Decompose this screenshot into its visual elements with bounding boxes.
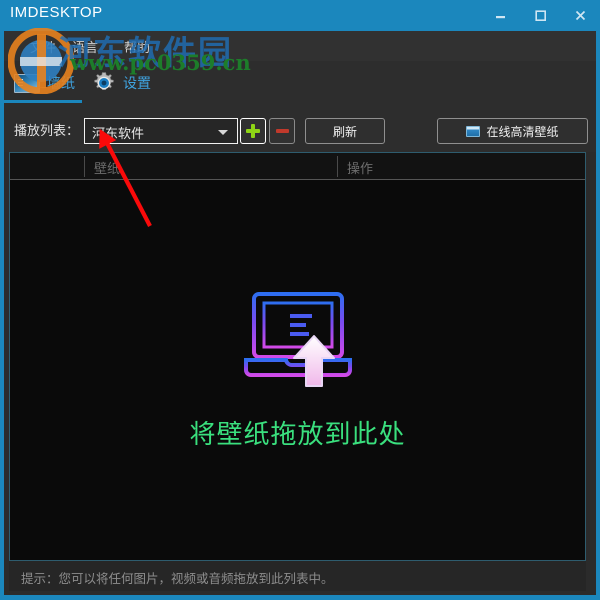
refresh-button-label: 刷新: [332, 124, 357, 139]
window-controls: [480, 0, 600, 31]
playlist-select[interactable]: 河东软件: [84, 118, 238, 144]
menu-item-help[interactable]: 帮助: [124, 37, 150, 56]
tab-settings-label: 设置: [123, 76, 151, 92]
drop-zone[interactable]: 将壁纸拖放到此处: [10, 180, 585, 560]
wallpaper-list[interactable]: 壁纸 操作 将壁纸拖放到此处: [9, 152, 586, 561]
refresh-button[interactable]: 刷新: [305, 118, 385, 144]
playlist-label: 播放列表：: [14, 124, 80, 139]
window-border-left: [0, 31, 4, 600]
title-bar: IMDESKTOP: [0, 0, 600, 31]
monitor-icon: [14, 73, 40, 93]
tab-settings[interactable]: 设置: [92, 61, 151, 105]
column-header-wallpaper[interactable]: 壁纸: [94, 158, 120, 177]
window-title: IMDESKTOP: [10, 4, 103, 21]
chevron-down-icon: [218, 130, 228, 135]
status-bar-text: 提示：您可以将任何图片，视频或音频拖放到此列表中。: [21, 571, 334, 586]
minus-icon: [275, 129, 289, 133]
close-icon: [575, 10, 585, 21]
window-border-right: [596, 31, 600, 600]
maximize-icon: [534, 10, 546, 22]
window-border-bottom: [0, 595, 600, 600]
picture-icon: [466, 125, 481, 137]
minimize-icon: [495, 16, 505, 19]
tab-wallpaper-label: 墙纸: [47, 76, 75, 92]
column-divider[interactable]: [84, 156, 85, 177]
playlist-select-value: 河东软件: [92, 127, 145, 142]
maximize-button[interactable]: [520, 0, 560, 31]
add-playlist-button[interactable]: [240, 118, 266, 144]
online-wallpaper-button[interactable]: 在线高清壁纸: [437, 118, 588, 144]
laptop-upload-icon: [243, 291, 352, 387]
remove-playlist-button[interactable]: [269, 118, 295, 144]
tab-strip: 墙纸 设置: [0, 61, 600, 106]
close-button[interactable]: [560, 0, 600, 31]
menu-bar: 文件 语言 帮助: [0, 31, 600, 61]
tab-wallpaper[interactable]: 墙纸: [14, 61, 75, 105]
online-wallpaper-label: 在线高清壁纸: [486, 124, 559, 139]
status-bar: 提示：您可以将任何图片，视频或音频拖放到此列表中。: [9, 561, 586, 591]
app-window: IMDESKTOP 文件 语言 帮助 墙纸 设置 播放列表： 河东软件 刷新 在…: [0, 0, 600, 600]
column-header-action[interactable]: 操作: [347, 158, 373, 177]
list-header: 壁纸 操作: [10, 153, 585, 180]
menu-item-language[interactable]: 语言: [72, 37, 98, 56]
plus-icon: [246, 124, 260, 138]
tab-active-indicator: [0, 100, 82, 103]
minimize-button[interactable]: [480, 0, 520, 31]
gear-icon: [94, 72, 114, 90]
drop-zone-text: 将壁纸拖放到此处: [189, 419, 406, 450]
menu-item-file[interactable]: 文件: [30, 37, 56, 56]
column-divider[interactable]: [337, 156, 338, 177]
